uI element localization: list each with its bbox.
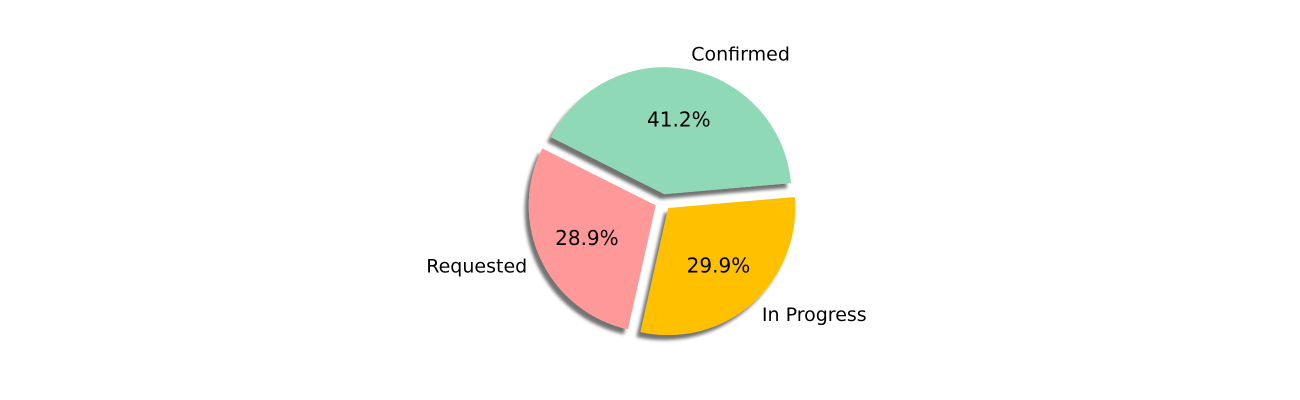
slice-percent-label: 29.9%: [687, 253, 751, 277]
slice-percent-label: 41.2%: [647, 107, 711, 131]
pie-chart-canvas: 41.2% Confirmed 28.9% Requested 29.9% In Prog…: [426, 43, 867, 336]
slice-category-label: Requested: [426, 255, 527, 277]
slice-category-label: In Progress: [762, 304, 867, 326]
pie-chart: 41.2% Confirmed 28.9% Requested 29.9% In Prog…: [0, 0, 1300, 400]
slice-category-label: Confirmed: [691, 43, 790, 65]
slice-percent-label: 28.9%: [555, 226, 619, 250]
